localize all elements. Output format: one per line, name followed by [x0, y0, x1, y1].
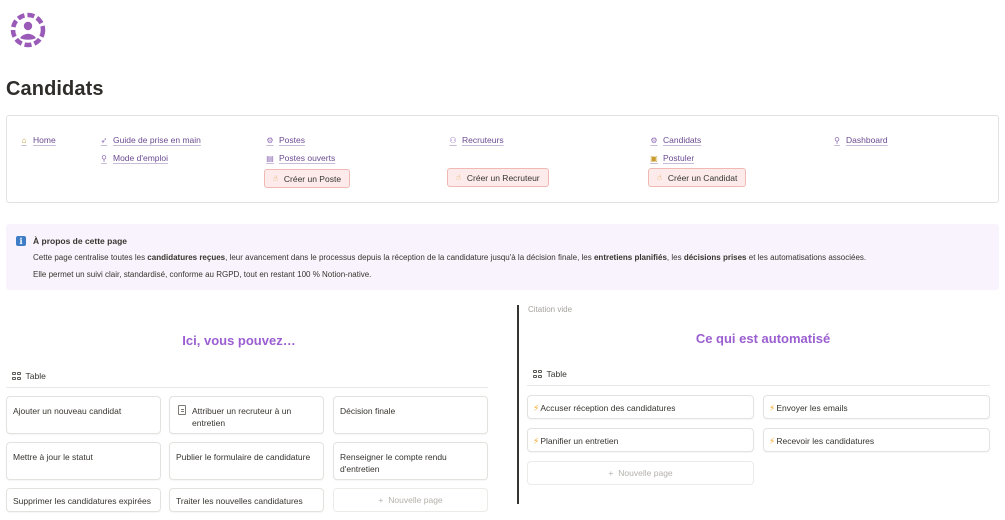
briefcase-open-icon: ▤ — [266, 153, 274, 163]
table-label: Table — [25, 371, 46, 381]
create-candidat-button[interactable]: ☝ Créer un Candidat — [648, 168, 747, 187]
bold-text: candidatures reçues — [147, 253, 226, 262]
right-heading: Ce qui est automatisé — [695, 331, 831, 346]
button-label: Créer un Poste — [283, 173, 342, 184]
lightning-icon: ⚡ — [769, 436, 776, 446]
card-title: Recevoir les candidatures — [776, 436, 875, 446]
pointing-hand-icon: ☝ — [657, 173, 662, 182]
divider — [527, 385, 990, 386]
about-title: À propos de cette page — [33, 236, 127, 246]
empty-quote[interactable]: Citation vide — [528, 305, 572, 314]
nav-link-label: Mode d'emploi — [113, 153, 169, 163]
page-title: Candidats — [6, 78, 104, 100]
card-title: Accuser réception des candidatures — [540, 403, 676, 413]
card-title: Planifier un entretien — [540, 436, 619, 446]
gallery-card[interactable]: Publier le formulaire de candidature — [169, 442, 324, 480]
nav-link-home[interactable]: ⌂ Home — [19, 135, 56, 145]
table-grid-icon — [12, 371, 21, 381]
nav-link-label: Candidats — [663, 135, 702, 145]
pointing-hand-icon: ☝ — [456, 173, 461, 182]
nav-link-label: Dashboard — [846, 135, 888, 145]
home-icon: ⌂ — [21, 135, 27, 145]
workspace-logo-icon — [10, 12, 46, 48]
lightning-icon: ⚡ — [533, 436, 540, 446]
create-recruteur-button[interactable]: ☝ Créer un Recruteur — [447, 168, 549, 187]
text: , leur avancement dans le processus depu… — [225, 253, 594, 262]
gallery-card[interactable]: Traiter les nouvelles candidatures — [169, 488, 324, 512]
info-icon: i — [16, 236, 26, 246]
gallery-card[interactable]: Décision finale — [333, 396, 488, 434]
nav-link-dashboard[interactable]: ⚲ Dashboard — [832, 135, 888, 145]
gallery-card[interactable]: Attribuer un recruteur à un entretien — [169, 396, 324, 434]
briefcase-icon: ⚙ — [266, 135, 274, 145]
plus-icon: + — [608, 468, 614, 478]
create-poste-button[interactable]: ☝ Créer un Poste — [264, 169, 351, 188]
inbox-icon: ▣ — [650, 153, 658, 163]
about-line-2: Elle permet un suivi clair, standardisé,… — [33, 270, 372, 279]
text: , les — [666, 253, 684, 262]
bold-text: décisions prises — [683, 253, 747, 262]
nav-link-guide[interactable]: ➶ Guide de prise en main — [99, 135, 201, 145]
lightning-icon: ⚡ — [769, 403, 776, 413]
user-gear-icon: ⚙ — [650, 135, 658, 145]
nav-link-label: Postes ouverts — [279, 153, 336, 163]
bold-text: entretiens planifiés — [593, 253, 667, 262]
nav-link-label: Home — [33, 135, 56, 145]
text: et les automatisations associées. — [746, 253, 867, 262]
new-page-button[interactable]: + Nouvelle page — [333, 488, 488, 512]
people-icon: ⚇ — [449, 135, 457, 145]
nav-link-postuler[interactable]: ▣ Postuler — [649, 153, 694, 163]
nav-link-postes[interactable]: ⚙ Postes — [265, 135, 305, 145]
text: Cette page centralise toutes les — [33, 253, 148, 262]
card-title: Attribuer un recruteur à un entretien — [192, 406, 292, 428]
lightning-icon: ⚡ — [533, 403, 540, 413]
button-label: Créer un Candidat — [667, 172, 738, 183]
right-table-tab[interactable]: Table — [533, 369, 567, 379]
nav-link-label: Recruteurs — [462, 135, 504, 145]
gallery-card[interactable]: ⚡Recevoir les candidatures — [763, 428, 990, 452]
quote-divider — [517, 305, 519, 504]
gallery-card[interactable]: ⚡Envoyer les emails — [763, 395, 990, 419]
nav-link-label: Postes — [279, 135, 305, 145]
user-search-icon: ⚲ — [101, 153, 107, 163]
gallery-card[interactable]: Supprimer les candidatures expirées — [6, 488, 161, 512]
nav-link-candidats[interactable]: ⚙ Candidats — [649, 135, 701, 145]
gallery-card[interactable]: Mettre à jour le statut — [6, 442, 161, 480]
chart-search-icon: ⚲ — [834, 135, 840, 145]
about-callout: i À propos de cette page Cette page cent… — [6, 224, 999, 290]
button-label: Créer un Recruteur — [466, 172, 540, 183]
document-icon — [178, 405, 186, 415]
nav-link-recruteurs[interactable]: ⚇ Recruteurs — [448, 135, 504, 145]
nav-link-mode-emploi[interactable]: ⚲ Mode d'emploi — [99, 153, 168, 163]
about-line-1: Cette page centralise toutes les candida… — [33, 253, 866, 262]
table-label: Table — [546, 369, 567, 379]
card-title: Envoyer les emails — [776, 403, 848, 413]
plus-icon: + — [378, 495, 384, 505]
button-label: Nouvelle page — [618, 468, 673, 478]
navigation-callout: ⌂ Home ➶ Guide de prise en main ⚲ Mode d… — [6, 115, 999, 203]
left-table-tab[interactable]: Table — [12, 371, 46, 381]
pointing-hand-icon: ☝ — [273, 174, 278, 183]
gallery-card[interactable]: ⚡Planifier un entretien — [527, 428, 754, 452]
nav-link-label: Guide de prise en main — [113, 135, 201, 145]
gallery-card[interactable]: ⚡Accuser réception des candidatures — [527, 395, 754, 419]
cursor-icon: ➶ — [100, 135, 108, 145]
new-page-button[interactable]: + Nouvelle page — [527, 461, 754, 485]
divider — [6, 387, 488, 388]
nav-link-label: Postuler — [663, 153, 695, 163]
gallery-card[interactable]: Renseigner le compte rendu d'entretien — [333, 442, 488, 480]
button-label: Nouvelle page — [388, 495, 443, 505]
table-grid-icon — [533, 369, 542, 379]
gallery-card[interactable]: Ajouter un nouveau candidat — [6, 396, 161, 434]
left-heading: Ici, vous pouvez… — [182, 333, 296, 348]
nav-link-postes-ouverts[interactable]: ▤ Postes ouverts — [265, 153, 335, 163]
